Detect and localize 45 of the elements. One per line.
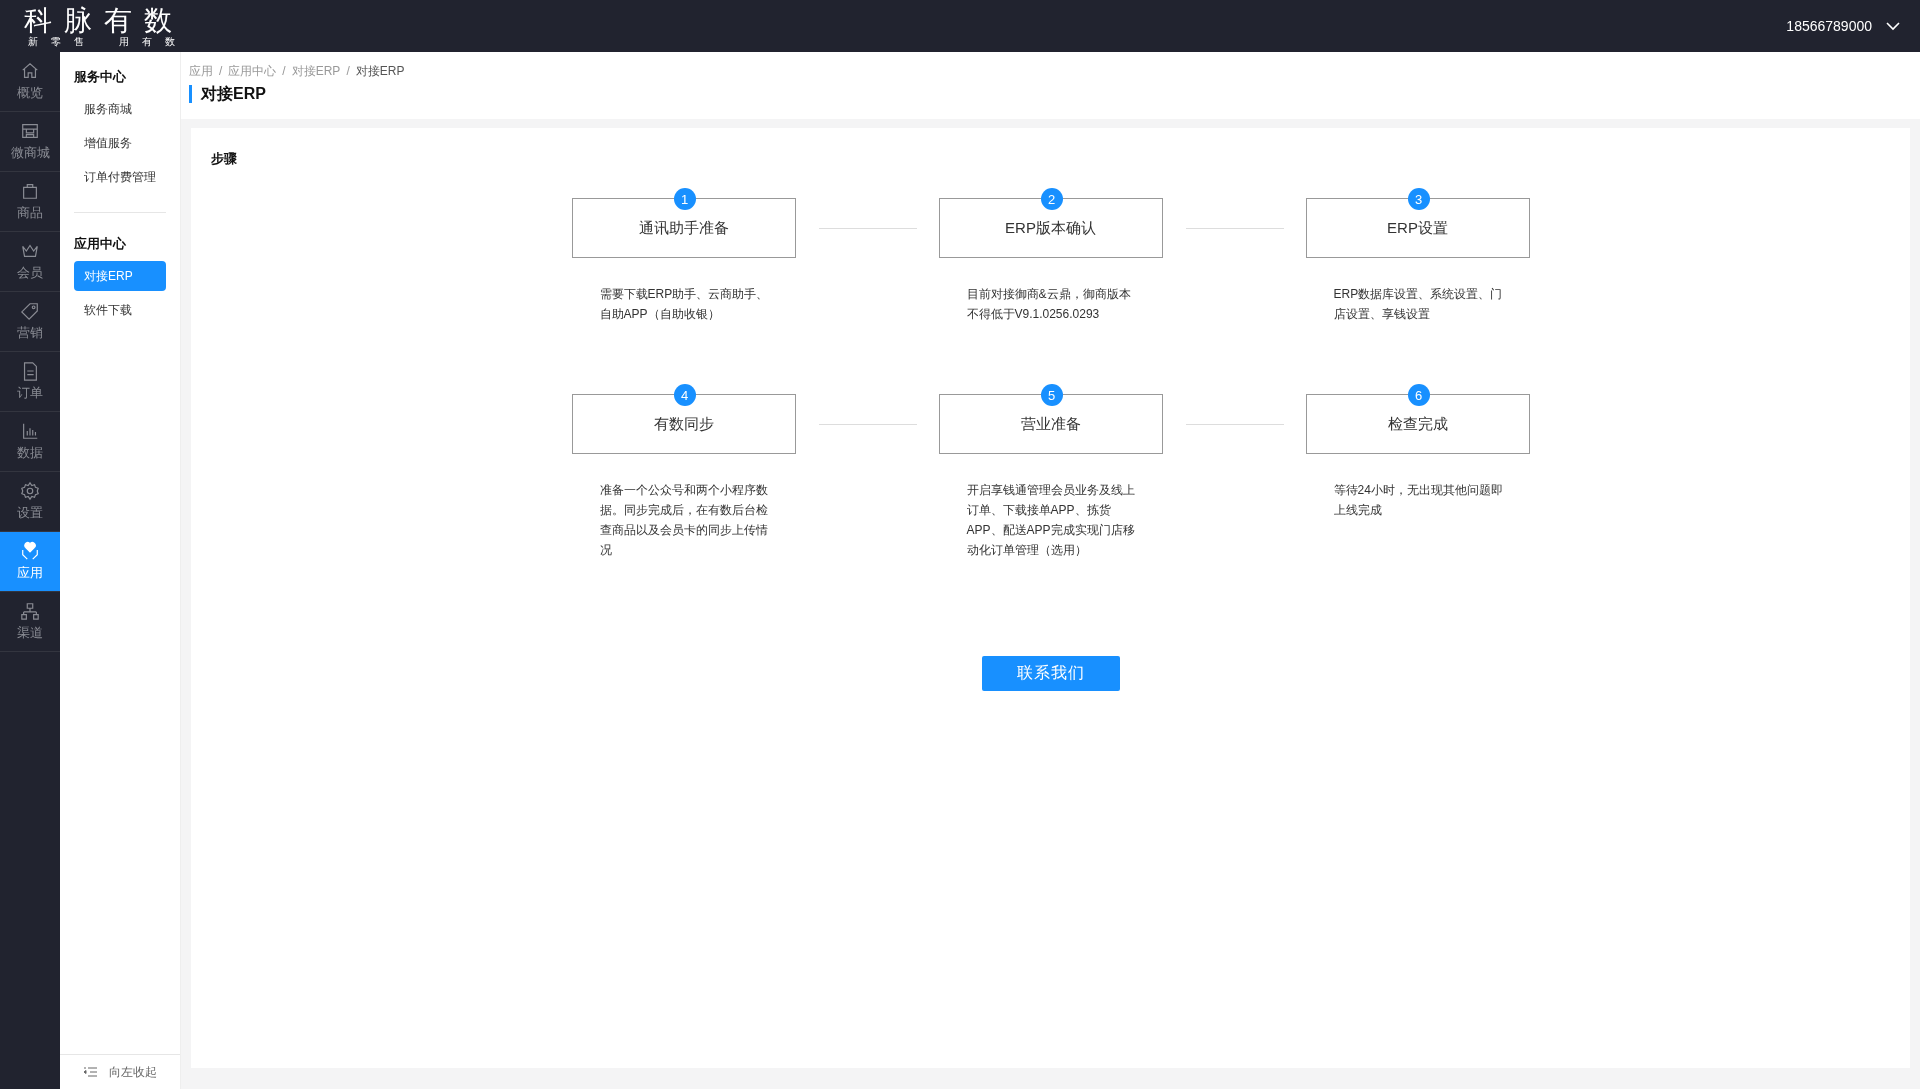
store-icon (20, 121, 40, 141)
step-description: 开启享钱通管理会员业务及线上订单、下载接单APP、拣货APP、配送APP完成实现门店移动化订单管理（选用） (966, 482, 1136, 559)
step-number: 3 (1407, 188, 1430, 210)
sub-menu-item[interactable]: 软件下载 (74, 295, 166, 325)
bag-icon (20, 181, 40, 201)
breadcrumb-link[interactable]: 应用中心 (228, 62, 277, 80)
contact-button[interactable]: 联系我们 (981, 656, 1120, 691)
breadcrumb-link[interactable]: 对接ERP (355, 62, 405, 80)
sub-menu-item[interactable]: 对接ERP (74, 261, 166, 291)
step-number: 2 (1040, 188, 1063, 210)
step-description: 目前对接御商&云鼎，御商版本不得低于V9.1.0256.0293 (966, 286, 1132, 323)
sub-menu-item[interactable]: 订单付费管理 (74, 162, 166, 192)
settings-icon (20, 481, 40, 501)
section-title: 步骤 (211, 150, 237, 168)
logo-tagline: 新零售 (28, 35, 97, 47)
page-title: 对接ERP (189, 85, 266, 103)
step-description: 需要下载ERP助手、云商助手、自助APP（自助收银） (599, 286, 770, 323)
step-description: ERP数据库设置、系统设置、门店设置、享钱设置 (1333, 286, 1504, 323)
heart-hands-icon (20, 541, 40, 561)
bar-chart-icon (20, 421, 40, 441)
logo-title: 科脉有数 (24, 5, 184, 36)
breadcrumb-separator: / (282, 64, 286, 78)
step-description: 准备一个公众号和两个小程序数据。同步完成后，在有数后台检查商品以及会员卡的同步上传情况 (599, 482, 769, 559)
collapse-button[interactable]: 向左收起 (60, 1054, 180, 1089)
logo-tagline: 用有数 (119, 35, 188, 47)
step-number: 1 (673, 188, 696, 210)
breadcrumb-link[interactable]: 对接ERP (291, 62, 341, 80)
menu-group-title: 应用中心 (74, 235, 127, 253)
hierarchy-icon (20, 601, 40, 621)
tag-icon (20, 301, 40, 321)
step-number: 6 (1407, 384, 1430, 406)
breadcrumb-separator: / (219, 64, 223, 78)
step-number: 5 (1040, 384, 1063, 406)
chevron-down-icon[interactable] (1886, 21, 1900, 31)
nav-rail-item[interactable]: 应用 (0, 532, 60, 592)
step-description: 等待24小时，无出现其他问题即上线完成 (1333, 482, 1504, 519)
account-name[interactable]: 18566789000 (1786, 18, 1872, 34)
home-icon (20, 61, 40, 81)
breadcrumb-separator: / (346, 64, 350, 78)
menu-fold-icon (84, 1067, 97, 1077)
sub-menu-item[interactable]: 增值服务 (74, 128, 166, 158)
breadcrumb-link[interactable]: 应用 (189, 62, 213, 80)
step-number: 4 (673, 384, 696, 406)
sub-menu-item[interactable]: 服务商城 (74, 94, 166, 124)
menu-group-title: 服务中心 (74, 68, 127, 86)
